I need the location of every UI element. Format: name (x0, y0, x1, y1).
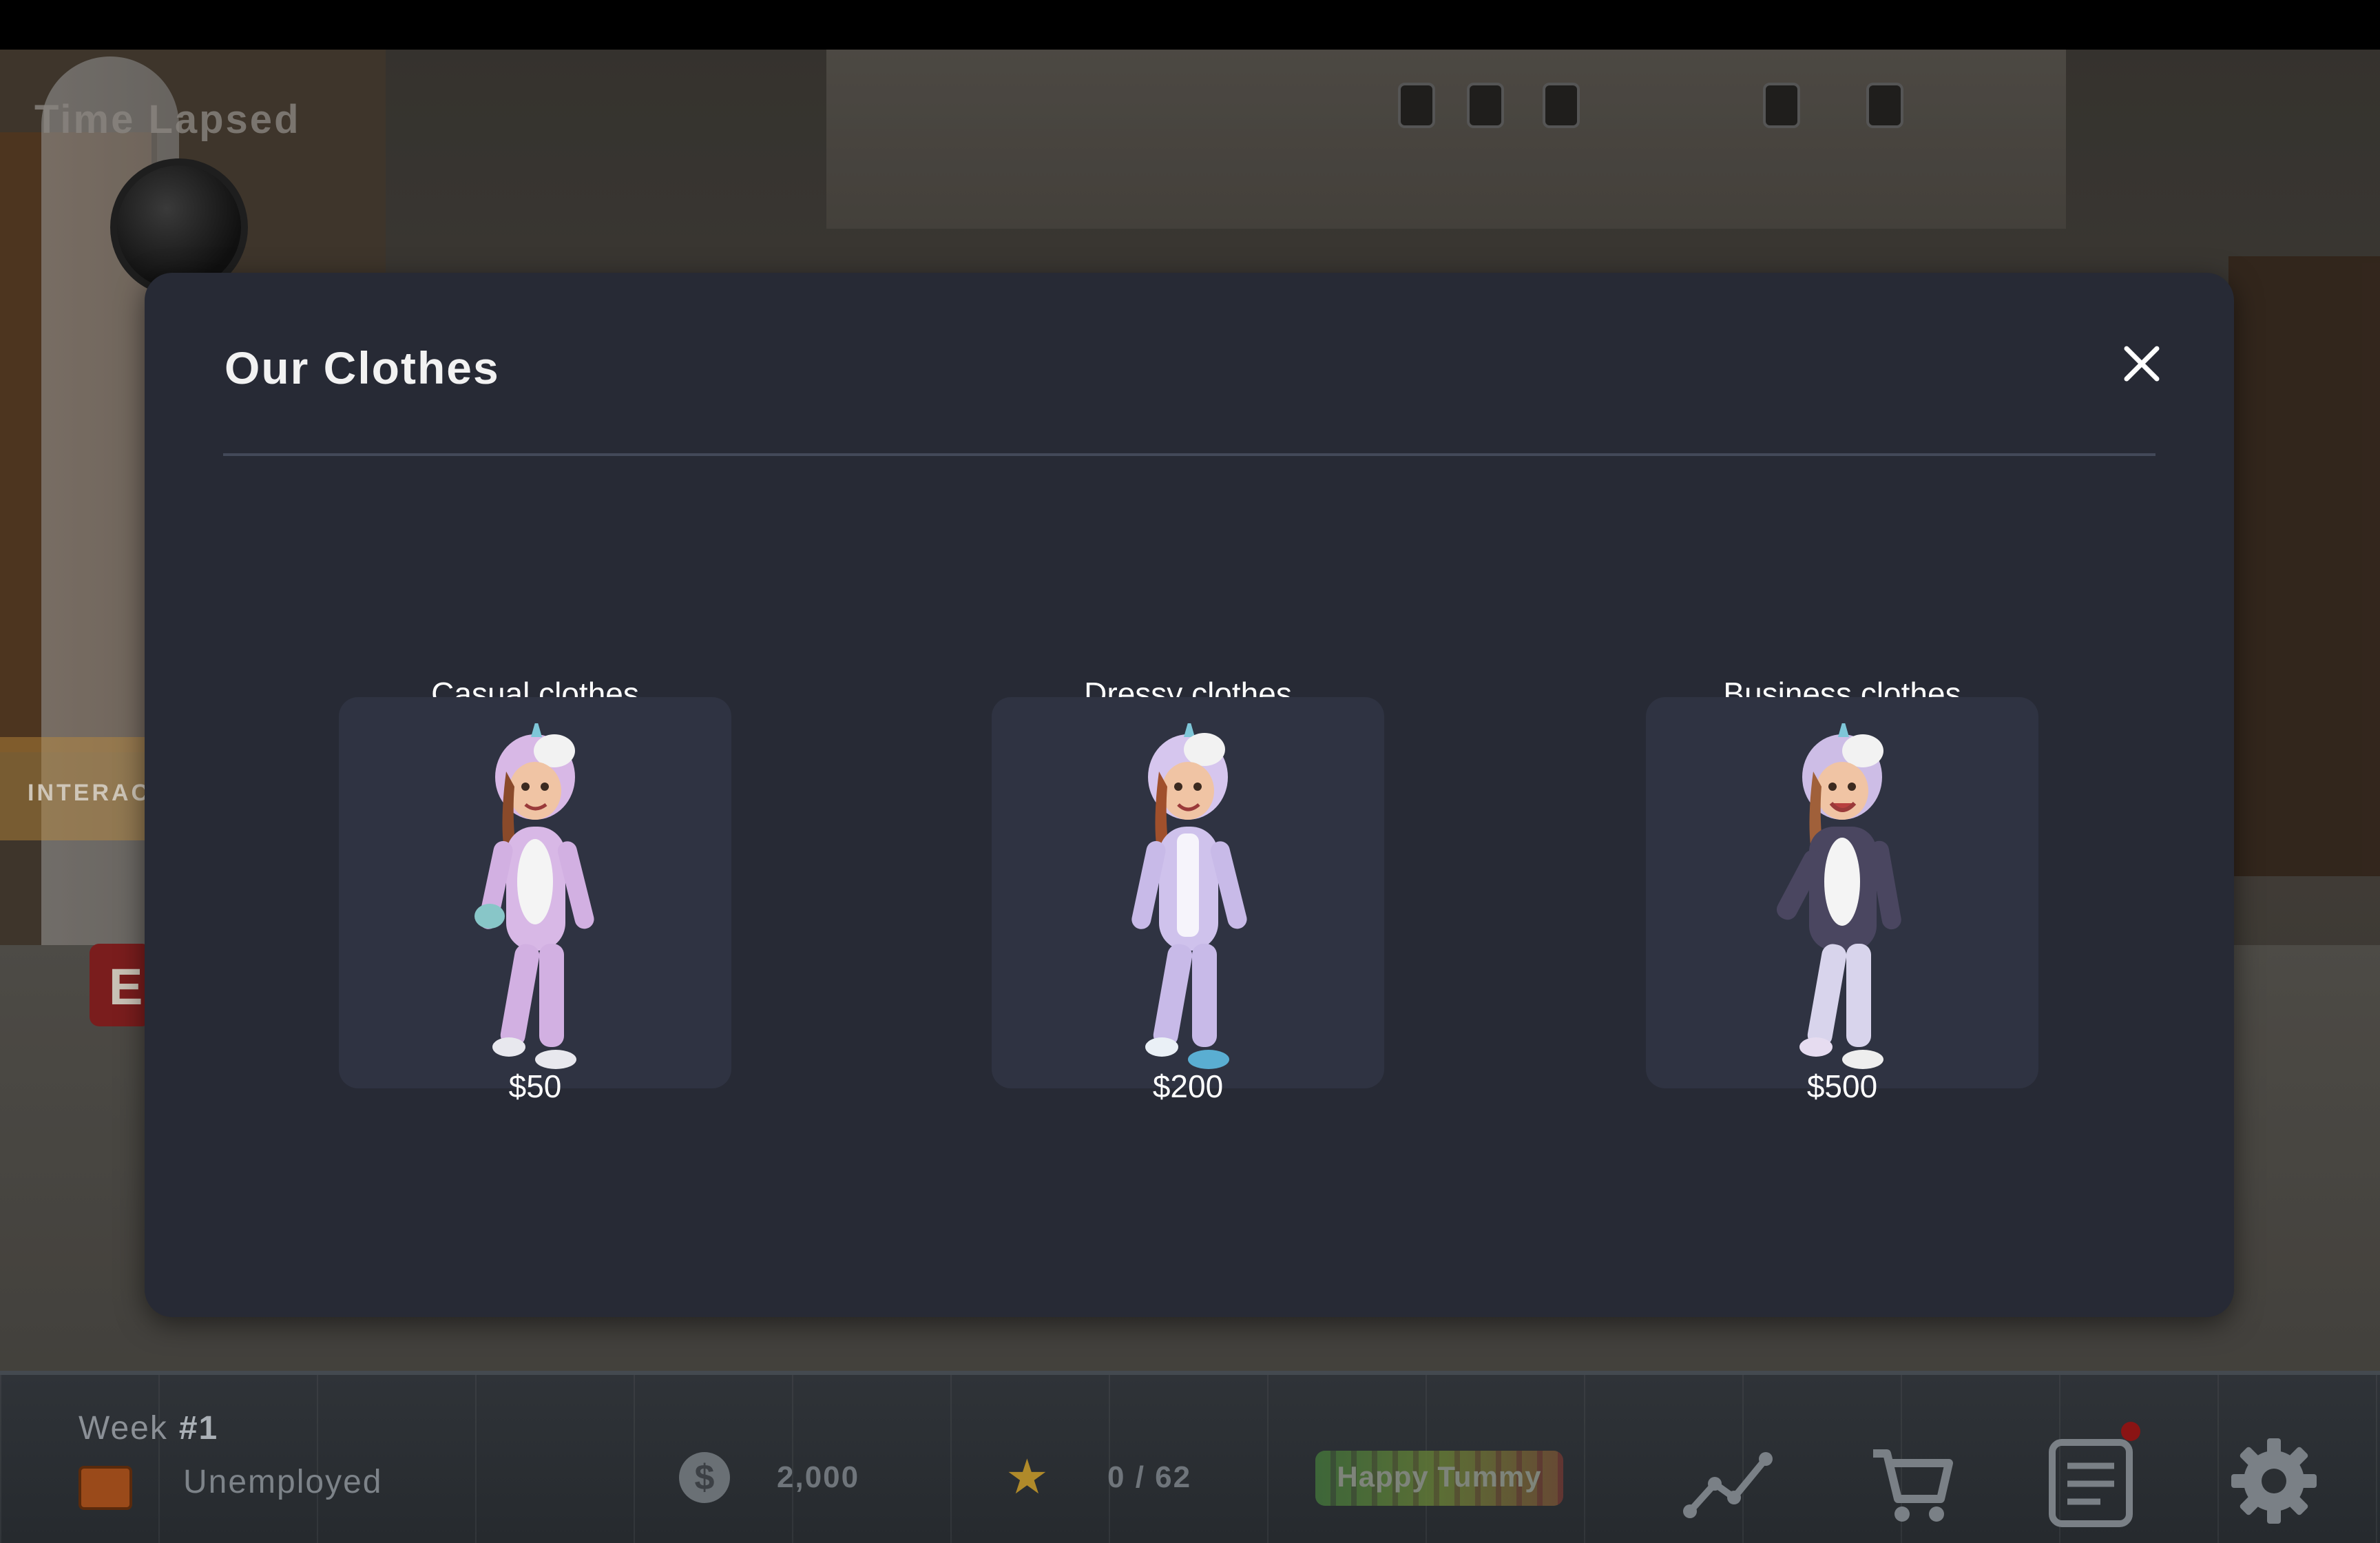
money-value: 2,000 (777, 1460, 860, 1494)
star-icon: ★ (1005, 1450, 1049, 1504)
happy-tummy-label: Happy Tummy (1337, 1460, 1542, 1493)
cart-icon[interactable] (1859, 1433, 1956, 1529)
tasks-icon[interactable] (2043, 1433, 2139, 1529)
close-icon (2124, 346, 2160, 382)
close-button[interactable] (2117, 339, 2167, 389)
top-bar (0, 0, 2380, 50)
modal-title: Our Clothes (225, 342, 500, 393)
week-label: Week (79, 1410, 168, 1447)
clothes-modal: Our Clothes Casual clothes $50 Dressy cl… (145, 273, 2234, 1317)
notification-dot (2121, 1422, 2140, 1441)
unicorn-onesie-casual-icon (474, 723, 594, 1069)
stone-texture (0, 1375, 2380, 1543)
dollar-icon: $ (679, 1452, 730, 1503)
modal-divider (223, 453, 2155, 456)
stats-icon[interactable] (1680, 1433, 1777, 1529)
exit-sign-letter: E (109, 958, 143, 1015)
unicorn-onesie-business-icon (1776, 723, 1901, 1069)
clothes-item-price: $200 (1152, 1068, 1224, 1104)
clothes-item-business[interactable] (1646, 697, 2038, 1088)
briefcase-icon[interactable] (79, 1466, 132, 1510)
stars-value: 0 / 62 (1107, 1460, 1192, 1494)
week-indicator: Week #1 (79, 1409, 218, 1447)
unicorn-onesie-dressy-icon (1131, 723, 1247, 1069)
clothes-item-price: $50 (508, 1068, 562, 1104)
settings-icon[interactable] (2226, 1433, 2322, 1529)
clothes-item-casual[interactable] (339, 697, 731, 1088)
job-status: Unemployed (183, 1464, 383, 1500)
clothes-item-dressy[interactable] (992, 697, 1384, 1088)
bottom-bar: Week #1 Unemployed $ 2,000 ★ 0 / 62 Happy… (0, 1371, 2380, 1543)
time-lapsed-label: Time Lapsed (34, 97, 301, 142)
clothes-item-price: $500 (1806, 1068, 1878, 1104)
interact-label: INTERAC (28, 780, 152, 806)
week-value: #1 (178, 1410, 219, 1447)
